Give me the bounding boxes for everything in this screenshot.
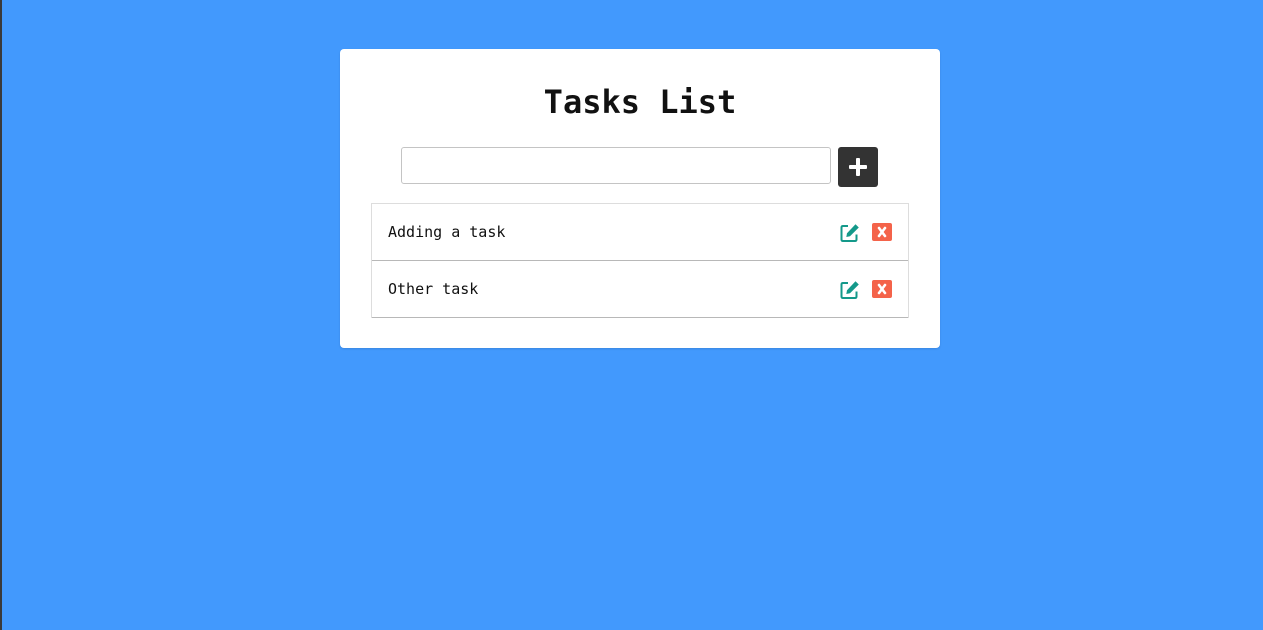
add-task-button[interactable] [838,147,878,187]
task-text: Other task [388,280,479,298]
close-icon[interactable] [872,223,892,241]
window-edge [0,0,2,630]
task-list: Adding a task Other task [371,203,909,318]
page-title: Tasks List [543,83,737,121]
plus-icon [849,158,867,176]
edit-icon[interactable] [840,223,860,243]
list-item: Other task [372,261,908,318]
list-item: Adding a task [372,204,908,261]
new-task-input[interactable] [401,147,831,184]
task-text: Adding a task [388,223,506,241]
close-icon[interactable] [872,280,892,298]
tasks-card: Tasks List Adding a task Other task [340,49,940,348]
edit-icon[interactable] [840,280,860,300]
